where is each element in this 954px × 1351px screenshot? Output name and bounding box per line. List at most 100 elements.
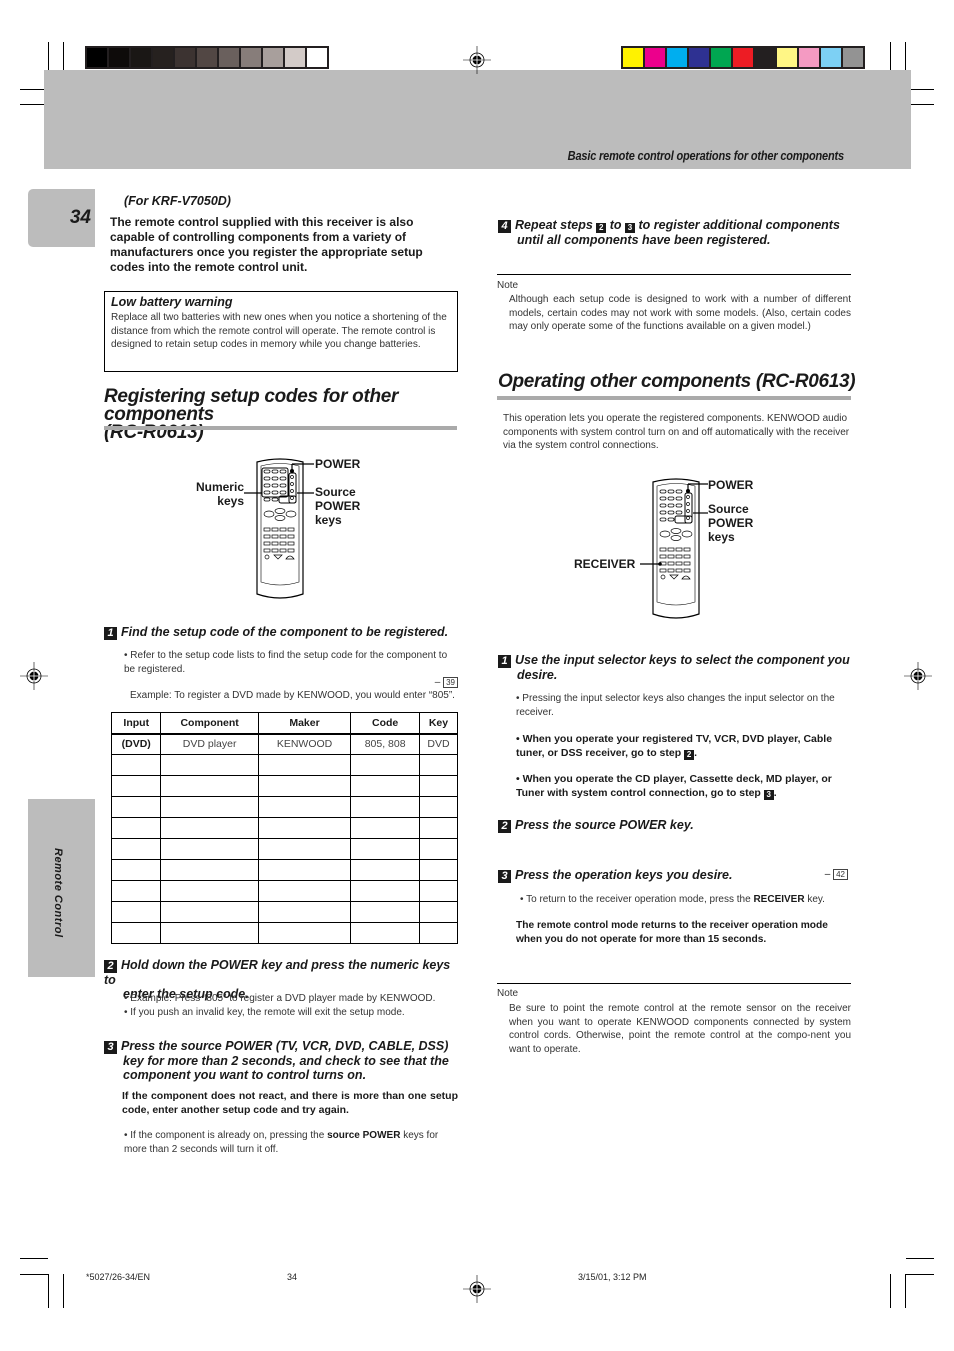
table-cell <box>110 880 162 902</box>
section-rule <box>497 396 851 400</box>
callout-lines <box>244 463 314 494</box>
section-rule <box>104 426 457 430</box>
step-title: Repeat steps <box>515 218 597 232</box>
step-ref-badge: 2 <box>596 223 607 233</box>
page-reference[interactable]: – 42 <box>825 868 848 882</box>
step-number-badge: 1 <box>104 627 117 640</box>
step-title: key for more than 2 seconds, and check t… <box>123 1054 449 1068</box>
table-cell <box>110 817 162 839</box>
table-cell <box>418 880 459 902</box>
page-reference-number[interactable]: 42 <box>833 869 848 880</box>
page-number-tab: 34 <box>28 189 95 247</box>
side-section-label: Remote Control <box>52 848 64 938</box>
table-cell <box>160 838 259 860</box>
table-cell <box>110 754 162 776</box>
table-cell <box>160 754 259 776</box>
crop-mark <box>20 1274 48 1275</box>
crop-mark <box>890 1274 891 1308</box>
gray-swatch <box>219 48 239 67</box>
intro-paragraph: The remote control supplied with this re… <box>110 215 423 274</box>
bullet-text: • When you operate your registered TV, V… <box>516 733 833 759</box>
table-cell <box>160 880 259 902</box>
grayscale-calibration-bar <box>85 46 329 69</box>
page-reference[interactable]: – 39 <box>435 676 458 690</box>
step-title: Use the input selector keys to select th… <box>515 653 850 667</box>
table-cell <box>110 859 162 881</box>
bullet-emphasis: source POWER <box>327 1130 401 1141</box>
table-cell <box>257 922 352 944</box>
step-title: Press the source POWER key. <box>515 818 694 832</box>
gray-swatch <box>197 48 217 67</box>
step-3-press-source-power: 3 Press the source POWER (TV, VCR, DVD, C… <box>104 1039 464 1082</box>
registration-mark-icon <box>20 662 48 690</box>
page-reference-number[interactable]: 39 <box>443 676 458 688</box>
low-battery-warning-box: Low battery warning Replace all two batt… <box>104 291 458 372</box>
registration-mark-icon <box>463 1275 491 1303</box>
label-line: POWER <box>315 499 361 513</box>
model-note: (For KRF-V7050D) <box>124 194 231 208</box>
step-title: Hold down the POWER key and press the nu… <box>104 958 451 987</box>
step-1-bullet-registered: • When you operate your registered TV, V… <box>516 733 833 760</box>
table-cell <box>160 775 259 797</box>
table-header-cell: Input <box>110 712 162 735</box>
color-swatch <box>623 48 643 67</box>
step-title: Press the operation keys you desire. <box>515 868 733 882</box>
table-row <box>110 796 459 818</box>
table-cell <box>160 796 259 818</box>
step-2-bullets: • Example: Press “805” to register a DVD… <box>124 992 464 1019</box>
figure-label-numeric-keys: Numeric keys <box>194 480 244 508</box>
note-label: Note <box>497 280 519 291</box>
gray-swatch <box>87 48 107 67</box>
table-cell <box>418 901 459 923</box>
table-cell <box>257 901 352 923</box>
step-1-bullet: • Pressing the input selector keys also … <box>516 693 835 718</box>
step-title: Press the source POWER (TV, VCR, DVD, CA… <box>121 1039 449 1053</box>
figure-label-power: POWER <box>708 478 754 492</box>
table-cell: DVD player <box>160 733 259 755</box>
table-cell <box>257 880 352 902</box>
example-text: Example: To register a DVD made by KENWO… <box>130 690 455 701</box>
table-cell <box>160 859 259 881</box>
table-header-cell: Code <box>350 712 420 735</box>
footer-file-code: *5027/26-34/EN <box>86 1272 151 1282</box>
bullet-text: • When you operate the CD player, Casset… <box>516 773 832 799</box>
table-header-cell: Component <box>160 712 259 735</box>
table-row <box>110 880 459 902</box>
table-cell: KENWOOD <box>257 733 352 755</box>
table-row <box>110 838 459 860</box>
note-text: Although each setup code is designed to … <box>509 294 851 332</box>
table-cell <box>257 859 352 881</box>
step-number-badge: 2 <box>498 820 511 833</box>
table-cell <box>418 859 459 881</box>
bullet-emphasis: RECEIVER <box>753 894 805 905</box>
crop-mark <box>48 1274 49 1308</box>
color-swatch <box>689 48 709 67</box>
table-cell <box>110 838 162 860</box>
table-row <box>110 859 459 881</box>
table-cell <box>110 901 162 923</box>
step-title: to <box>606 218 626 232</box>
registration-mark-icon <box>904 662 932 690</box>
step-1-bullet: • Refer to the setup code lists to find … <box>124 649 458 703</box>
step-number-badge: 3 <box>104 1041 117 1054</box>
color-swatch <box>667 48 687 67</box>
header-section-title: Basic remote control operations for othe… <box>567 149 844 163</box>
color-swatch <box>733 48 753 67</box>
table-cell <box>350 838 420 860</box>
step-3-bold-note: The remote control mode returns to the r… <box>516 920 828 945</box>
note-divider <box>497 983 851 984</box>
warning-title: Low battery warning <box>111 295 233 309</box>
color-swatch <box>645 48 665 67</box>
step-number-badge: 4 <box>498 220 511 233</box>
registration-mark-icon <box>463 46 491 74</box>
footer-timestamp: 3/15/01, 3:12 PM <box>578 1272 647 1282</box>
step-ref-badge: 2 <box>684 750 695 760</box>
table-header-cell: Key <box>418 712 459 735</box>
figure-label-power: POWER <box>315 457 361 471</box>
table-row <box>110 754 459 776</box>
table-row <box>110 901 459 923</box>
bullet-text: • Refer to the setup code lists to find … <box>124 650 448 675</box>
note-text: Be sure to point the remote control at t… <box>509 1003 851 1055</box>
gray-swatch <box>241 48 261 67</box>
color-swatch <box>777 48 797 67</box>
